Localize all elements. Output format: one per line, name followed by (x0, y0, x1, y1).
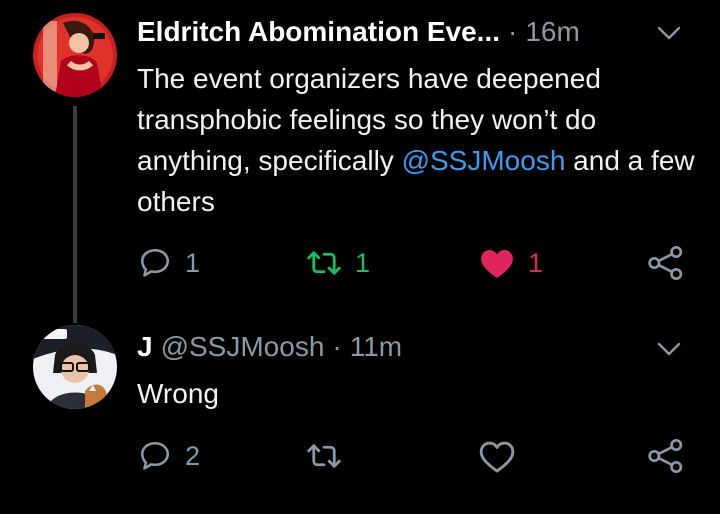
tweet-2[interactable]: J @SSJMoosh · 11m Wrong 2 (0, 315, 720, 514)
tweet-text: The event organizers have deepened trans… (137, 58, 697, 222)
action-bar: 1 1 1 (137, 243, 697, 283)
chevron-down-icon[interactable] (656, 339, 682, 359)
thread-line (73, 106, 77, 315)
tweet-header: Eldritch Abomination Eve... · 16m (137, 12, 580, 52)
separator-dot: · (332, 331, 342, 362)
share-button[interactable] (647, 243, 685, 283)
avatar-image (33, 325, 117, 409)
like-button[interactable]: 1 (478, 243, 543, 283)
tweet-text: Wrong (137, 378, 219, 409)
like-count: 1 (528, 247, 544, 278)
share-button[interactable] (647, 436, 685, 476)
thread-line (73, 315, 77, 323)
heart-icon (479, 441, 515, 473)
retweet-count: 1 (355, 247, 371, 278)
heart-icon (481, 250, 513, 279)
share-nodes-icon (648, 439, 683, 473)
reply-button[interactable]: 1 (137, 243, 200, 283)
tweet-header: J @SSJMoosh · 11m (137, 327, 402, 367)
reply-count: 2 (185, 440, 201, 471)
like-button[interactable] (478, 436, 516, 476)
avatar-image (33, 13, 117, 97)
avatar-ssjmoosh[interactable] (33, 325, 117, 409)
speech-bubble-icon (140, 248, 170, 277)
user-handle[interactable]: @SSJMoosh (161, 331, 325, 363)
reply-count: 1 (185, 247, 201, 278)
speech-bubble-icon (140, 441, 170, 470)
tweet-1[interactable]: Eldritch Abomination Eve... · 16m The ev… (0, 0, 720, 315)
timestamp[interactable]: 11m (350, 331, 402, 363)
separator-dot: · (508, 16, 518, 47)
avatar-eldritch[interactable] (33, 13, 117, 97)
chevron-down-icon[interactable] (656, 23, 682, 43)
display-name[interactable]: J (137, 331, 153, 363)
action-bar: 2 (137, 436, 697, 476)
timestamp[interactable]: 16m (525, 16, 579, 48)
reply-button[interactable]: 2 (137, 436, 200, 476)
display-name[interactable]: Eldritch Abomination Eve... (137, 16, 500, 48)
retweet-arrows-icon (307, 444, 341, 468)
mention-link[interactable]: @SSJMoosh (402, 145, 566, 176)
retweet-arrows-icon (307, 251, 341, 275)
retweet-button[interactable]: 1 (305, 243, 370, 283)
share-nodes-icon (648, 246, 683, 280)
retweet-button[interactable] (305, 436, 343, 476)
